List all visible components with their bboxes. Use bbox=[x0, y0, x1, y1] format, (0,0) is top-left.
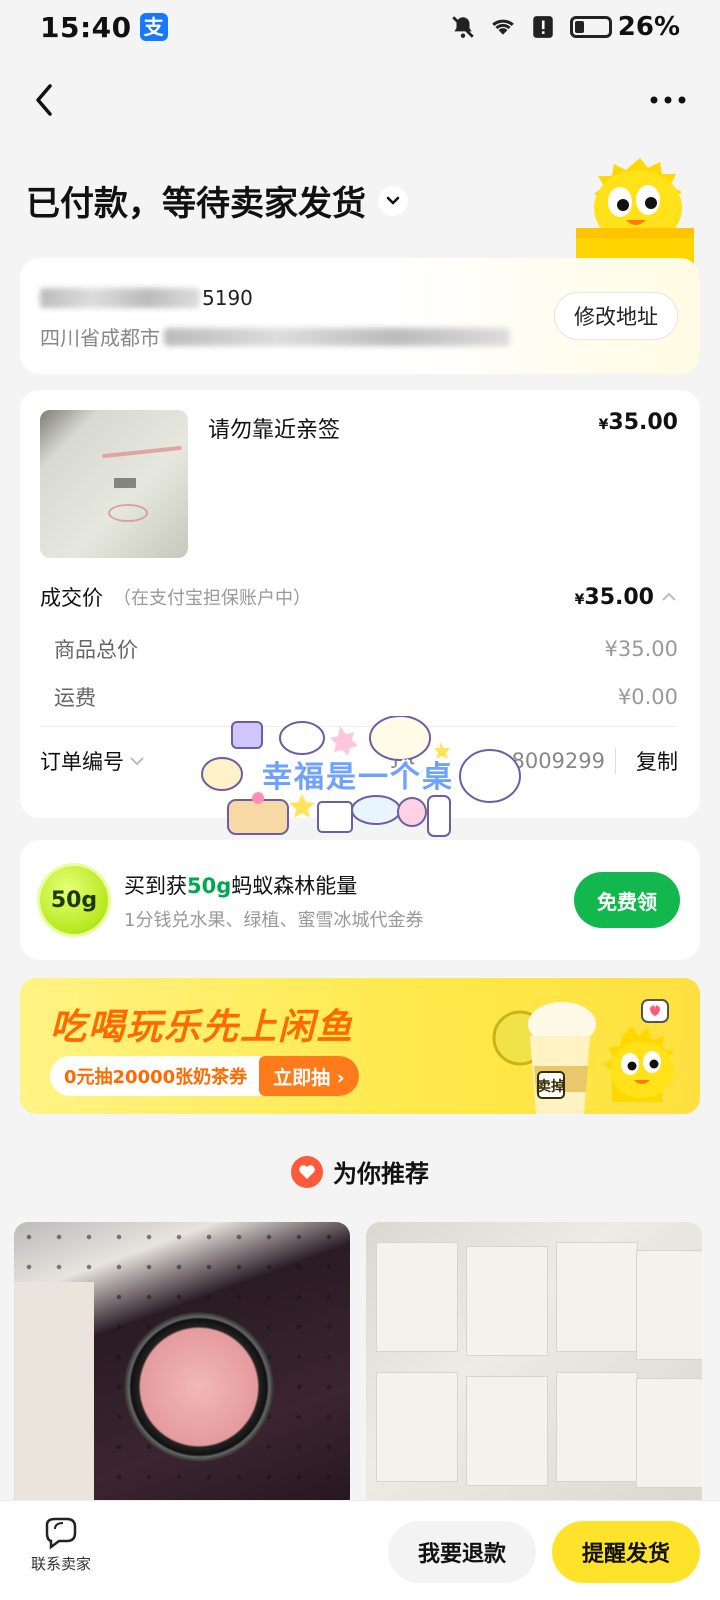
forest-energy-card[interactable]: 50g 买到获50g蚂蚁森林能量 1分钱兑水果、绿植、蜜雪冰城代金券 免费领 bbox=[20, 840, 700, 960]
more-icon[interactable] bbox=[646, 84, 690, 116]
receiver-phone: 5190 bbox=[40, 286, 253, 310]
goods-total-label: 商品总价 bbox=[54, 638, 138, 662]
chevron-down-icon[interactable] bbox=[128, 752, 146, 770]
cup-label: 卖掉 bbox=[537, 1078, 565, 1095]
contact-seller-button[interactable]: 联系卖家 bbox=[26, 1517, 96, 1574]
remind-shipping-button[interactable]: 提醒发货 bbox=[552, 1521, 700, 1583]
energy-title-highlight: 50g bbox=[187, 874, 232, 898]
currency-symbol: ¥ bbox=[598, 417, 609, 433]
chevron-up-icon[interactable] bbox=[660, 588, 678, 606]
chat-icon bbox=[45, 1517, 77, 1550]
recommended-item-image[interactable] bbox=[366, 1222, 702, 1512]
banner-pill[interactable]: 0元抽20000张奶茶券 立即抽 › bbox=[50, 1056, 359, 1096]
energy-title-suffix: 蚂蚁森林能量 bbox=[231, 874, 358, 898]
shipping-row: 运费 ¥0.00 bbox=[54, 682, 678, 712]
energy-badge: 50g bbox=[40, 866, 108, 934]
battery-indicator: 26% bbox=[569, 12, 680, 42]
energy-subtitle: 1分钱兑水果、绿植、蜜雪冰城代金券 bbox=[124, 910, 424, 931]
status-bar: 15:40 支 26% bbox=[0, 0, 720, 54]
goods-total-value: ¥35.00 bbox=[604, 637, 678, 661]
promo-banner[interactable]: 吃喝玩乐先上闲鱼 0元抽20000张奶茶券 立即抽 › 卖掉 bbox=[20, 978, 700, 1114]
deal-price-label: 成交价 bbox=[40, 586, 103, 610]
recommend-title: 为你推荐 bbox=[333, 1160, 429, 1188]
item-title[interactable]: 请勿靠近亲签 bbox=[208, 412, 340, 444]
heart-icon bbox=[291, 1155, 323, 1188]
draw-now-button[interactable]: 立即抽 › bbox=[259, 1056, 359, 1096]
item-thumbnail[interactable] bbox=[40, 410, 188, 558]
recommend-header: 为你推荐 bbox=[0, 1154, 720, 1189]
back-arrow-icon[interactable] bbox=[26, 80, 66, 120]
order-number-label: 订单编号 bbox=[40, 750, 124, 774]
edit-address-button[interactable]: 修改地址 bbox=[554, 292, 678, 340]
wifi-icon bbox=[491, 19, 514, 35]
milk-tea-cup-illustration: 卖掉 bbox=[492, 1002, 596, 1114]
currency-symbol: ¥ bbox=[574, 591, 585, 608]
alipay-icon: 支 bbox=[139, 13, 168, 41]
energy-title: 买到获50g蚂蚁森林能量 bbox=[124, 870, 357, 900]
refund-button[interactable]: 我要退款 bbox=[388, 1521, 536, 1583]
deal-price: ¥35.00 bbox=[575, 585, 654, 610]
claim-free-button[interactable]: 免费领 bbox=[574, 872, 680, 928]
mute-icon bbox=[452, 16, 474, 38]
recommended-item-image[interactable] bbox=[14, 1222, 350, 1512]
page-title: 已付款，等待卖家发货 bbox=[26, 184, 366, 224]
deal-price-row[interactable]: 成交价 （在支付宝担保账户中） ¥35.00 bbox=[40, 582, 678, 612]
chevron-down-icon[interactable] bbox=[378, 185, 408, 216]
bottom-action-bar: 联系卖家 我要退款 提醒发货 bbox=[0, 1500, 720, 1600]
goods-total-row: 商品总价 ¥35.00 bbox=[54, 634, 678, 664]
battery-percent: 26% bbox=[617, 12, 680, 42]
status-time: 15:40 bbox=[40, 10, 132, 44]
copy-order-number-button[interactable]: 复制 bbox=[636, 746, 678, 776]
item-price-value: 35.00 bbox=[608, 410, 678, 435]
mascot-illustration bbox=[576, 158, 694, 268]
deal-price-note: （在支付宝担保账户中） bbox=[113, 588, 311, 609]
mascot-illustration bbox=[604, 999, 674, 1102]
sticker-text: 幸福是一个桌 bbox=[262, 760, 454, 795]
contact-seller-label: 联系卖家 bbox=[30, 1555, 91, 1573]
banner-pill-text: 0元抽20000张奶茶券 bbox=[64, 1067, 248, 1088]
battery-icon bbox=[569, 16, 612, 38]
alert-icon bbox=[533, 16, 553, 38]
energy-title-prefix: 买到获 bbox=[124, 874, 187, 898]
shipping-value: ¥0.00 bbox=[617, 685, 678, 709]
item-price: ¥35.00 bbox=[599, 410, 678, 435]
address-region: 四川省成都市 bbox=[40, 326, 160, 350]
phone-suffix: 5190 bbox=[202, 286, 253, 310]
banner-title: 吃喝玩乐先上闲鱼 bbox=[50, 1007, 355, 1048]
deal-price-value: 35.00 bbox=[584, 584, 654, 610]
nav-bar bbox=[0, 70, 720, 130]
receiver-address: 四川省成都市 bbox=[40, 322, 510, 351]
order-status-header[interactable]: 已付款，等待卖家发货 bbox=[26, 176, 408, 225]
shipping-label: 运费 bbox=[54, 686, 96, 710]
address-card[interactable]: 5190 四川省成都市 修改地址 bbox=[20, 258, 700, 374]
